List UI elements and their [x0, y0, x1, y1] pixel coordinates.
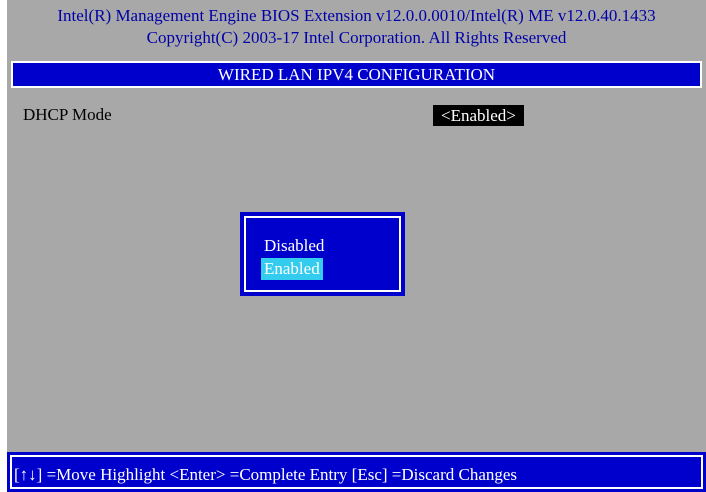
footer-frame: [↑↓] =Move Highlight <Enter> =Complete E… [10, 455, 703, 489]
footer-help-bar: [↑↓] =Move Highlight <Enter> =Complete E… [7, 452, 706, 492]
dhcp-mode-label: DHCP Mode [23, 105, 112, 124]
option-enabled[interactable]: Enabled [261, 258, 323, 280]
header-copyright: Copyright(C) 2003-17 Intel Corporation. … [146, 28, 567, 47]
footer-help-text: [↑↓] =Move Highlight <Enter> =Complete E… [14, 465, 518, 484]
header: Intel(R) Management Engine BIOS Extensio… [7, 0, 706, 54]
option-disabled[interactable]: Disabled [261, 235, 327, 257]
popup-frame: Disabled Enabled [244, 216, 401, 292]
page-title: WIRED LAN IPV4 CONFIGURATION [217, 65, 496, 84]
title-bar: WIRED LAN IPV4 CONFIGURATION [11, 61, 702, 88]
dhcp-mode-value[interactable]: <Enabled> [433, 105, 524, 126]
dhcp-mode-popup: Disabled Enabled [240, 212, 405, 296]
bios-screen: Intel(R) Management Engine BIOS Extensio… [7, 0, 706, 492]
header-version: Intel(R) Management Engine BIOS Extensio… [57, 6, 656, 25]
